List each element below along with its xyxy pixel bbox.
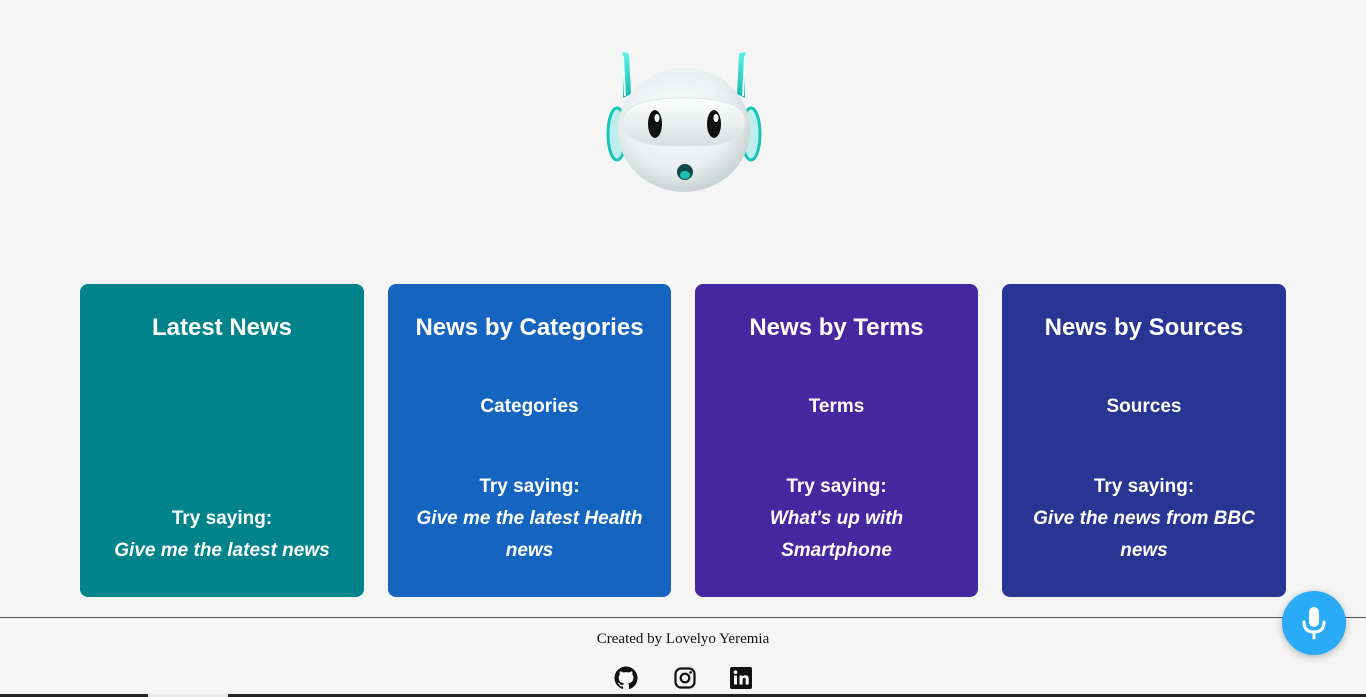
try-saying-example: Give the news from BBC news	[1033, 508, 1255, 561]
footer-divider	[0, 617, 1366, 618]
card-news-by-terms: News by Terms Terms Try saying: What's u…	[695, 284, 978, 597]
linkedin-icon[interactable]	[729, 666, 753, 690]
try-saying-label: Try saying:	[479, 476, 580, 497]
card-subtitle: Sources	[1106, 396, 1182, 417]
robot-mascot-icon	[603, 46, 765, 196]
footer-credit: Created by Lovelyo Yeremia	[596, 631, 770, 647]
try-saying-label: Try saying:	[171, 508, 273, 529]
try-saying-block: Try saying: Give me the latest Health ne…	[408, 471, 651, 567]
try-saying-label: Try saying:	[786, 476, 887, 497]
feature-cards: Latest News Try saying: Give me the late…	[80, 284, 1286, 597]
card-title: News by Sources	[1044, 314, 1244, 341]
card-title: News by Categories	[415, 314, 644, 341]
try-saying-example: What's up with Smartphone	[769, 508, 904, 561]
try-saying-block: Try saying: Give the news from BBC news	[1022, 471, 1266, 567]
try-saying-block: Try saying: What's up with Smartphone	[715, 471, 958, 567]
github-icon[interactable]	[614, 666, 638, 690]
microphone-button[interactable]	[1282, 591, 1346, 655]
card-news-by-categories: News by Categories Categories Try saying…	[388, 284, 671, 597]
card-latest-news: Latest News Try saying: Give me the late…	[80, 284, 364, 597]
page: Latest News Try saying: Give me the late…	[0, 0, 1366, 697]
card-news-by-sources: News by Sources Sources Try saying: Give…	[1002, 284, 1286, 597]
instagram-icon[interactable]	[673, 666, 697, 690]
card-title: Latest News	[151, 314, 293, 341]
card-subtitle: Terms	[808, 396, 865, 417]
try-saying-block: Try saying: Give me the latest news	[100, 503, 344, 567]
card-subtitle: Categories	[480, 396, 579, 417]
try-saying-label: Try saying:	[1093, 476, 1195, 497]
card-title: News by Terms	[749, 314, 924, 341]
try-saying-example: Give me the latest Health news	[416, 508, 643, 561]
microphone-icon	[1302, 607, 1326, 640]
try-saying-example: Give me the latest news	[114, 540, 330, 561]
